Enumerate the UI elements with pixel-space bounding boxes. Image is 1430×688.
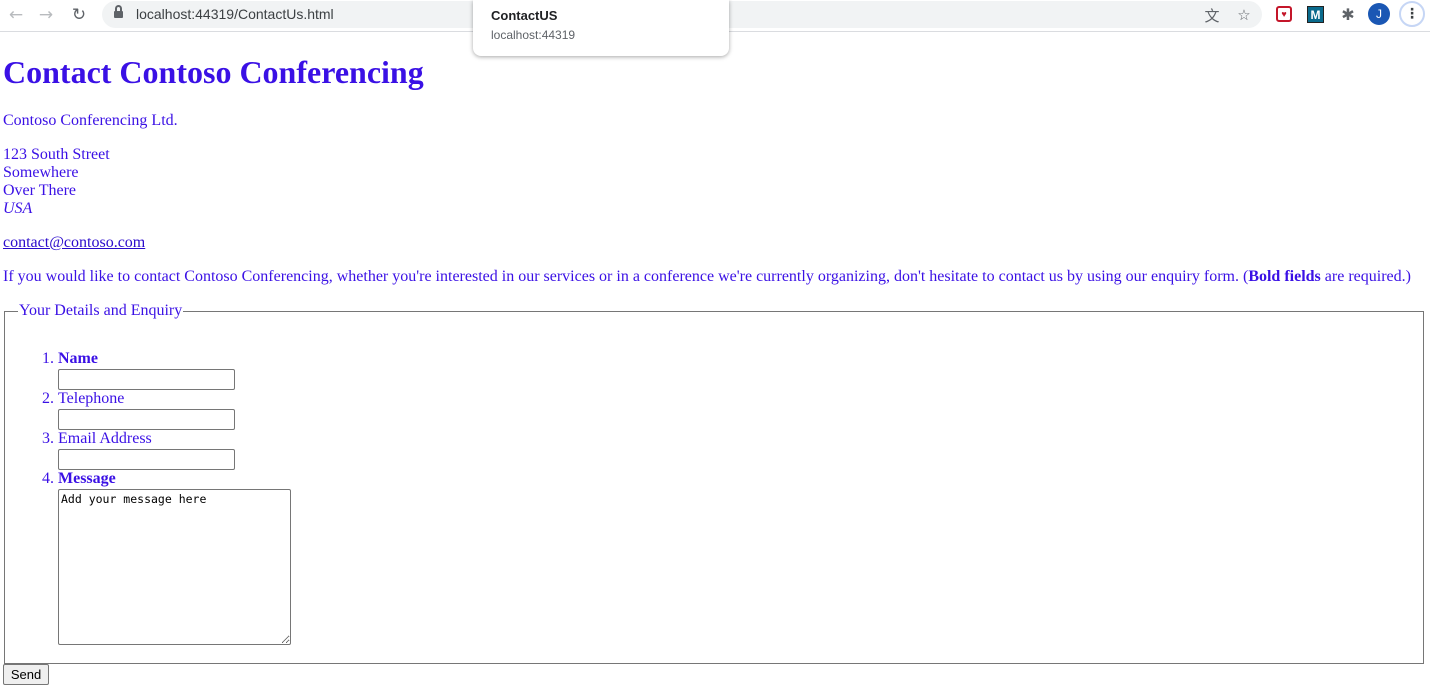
hover-card-title: ContactUS (491, 8, 558, 23)
address-url[interactable]: localhost:44319/ContactUs.html (136, 6, 334, 22)
list-item-message: Message Add your message here (58, 470, 291, 645)
forward-icon[interactable]: → (33, 2, 59, 28)
browser-menu-icon[interactable]: ⋮ (1399, 1, 1425, 27)
email-address-input[interactable] (58, 449, 235, 470)
tab-hover-card: ContactUS localhost:44319 (473, 0, 729, 56)
intro-text-end: are required.) (1320, 268, 1411, 285)
bookmark-star-icon[interactable]: ☆ (1234, 5, 1254, 25)
list-item-telephone: Telephone (58, 390, 291, 430)
address-country: USA (3, 200, 33, 217)
page-title: Contact Contoso Conferencing (3, 54, 424, 90)
extensions-puzzle-icon[interactable]: ✱ (1338, 4, 1358, 24)
lock-icon[interactable] (114, 5, 123, 20)
intro-bold-fields: Bold fields (1248, 268, 1321, 285)
back-icon[interactable]: ← (3, 2, 29, 28)
message-textarea[interactable]: Add your message here (58, 489, 291, 645)
name-label: Name (58, 350, 98, 367)
list-item-email: Email Address (58, 430, 291, 470)
m-extension-icon[interactable]: M (1307, 6, 1324, 23)
pocket-extension-icon[interactable]: ♥ (1276, 6, 1292, 22)
email-address-label: Email Address (58, 430, 152, 447)
message-label: Message (58, 470, 116, 487)
telephone-label: Telephone (58, 390, 125, 407)
address-line-1: 123 South Street (3, 146, 110, 163)
profile-avatar[interactable]: J (1368, 3, 1390, 25)
email-link[interactable]: contact@contoso.com (3, 234, 145, 252)
fieldset-legend: Your Details and Enquiry (19, 302, 183, 319)
name-input[interactable] (58, 369, 235, 390)
company-name: Contoso Conferencing Ltd. (3, 112, 178, 129)
intro-paragraph: If you would like to contact Contoso Con… (3, 268, 1411, 286)
send-button[interactable]: Send (3, 664, 49, 685)
intro-text-start: If you would like to contact Contoso Con… (3, 268, 1249, 285)
translate-icon[interactable]: 文 (1202, 5, 1222, 25)
reload-icon[interactable]: ↻ (66, 2, 92, 28)
address-line-3: Over There (3, 182, 76, 199)
address-line-2: Somewhere (3, 164, 79, 181)
enquiry-fieldset: Your Details and Enquiry Name Telephone … (4, 302, 1424, 664)
telephone-input[interactable] (58, 409, 235, 430)
postal-address: 123 South Street Somewhere Over There US… (3, 146, 110, 218)
form-field-list: Name Telephone Email Address Message Add… (5, 350, 291, 645)
hover-card-url: localhost:44319 (491, 28, 576, 42)
list-item-name: Name (58, 350, 291, 390)
